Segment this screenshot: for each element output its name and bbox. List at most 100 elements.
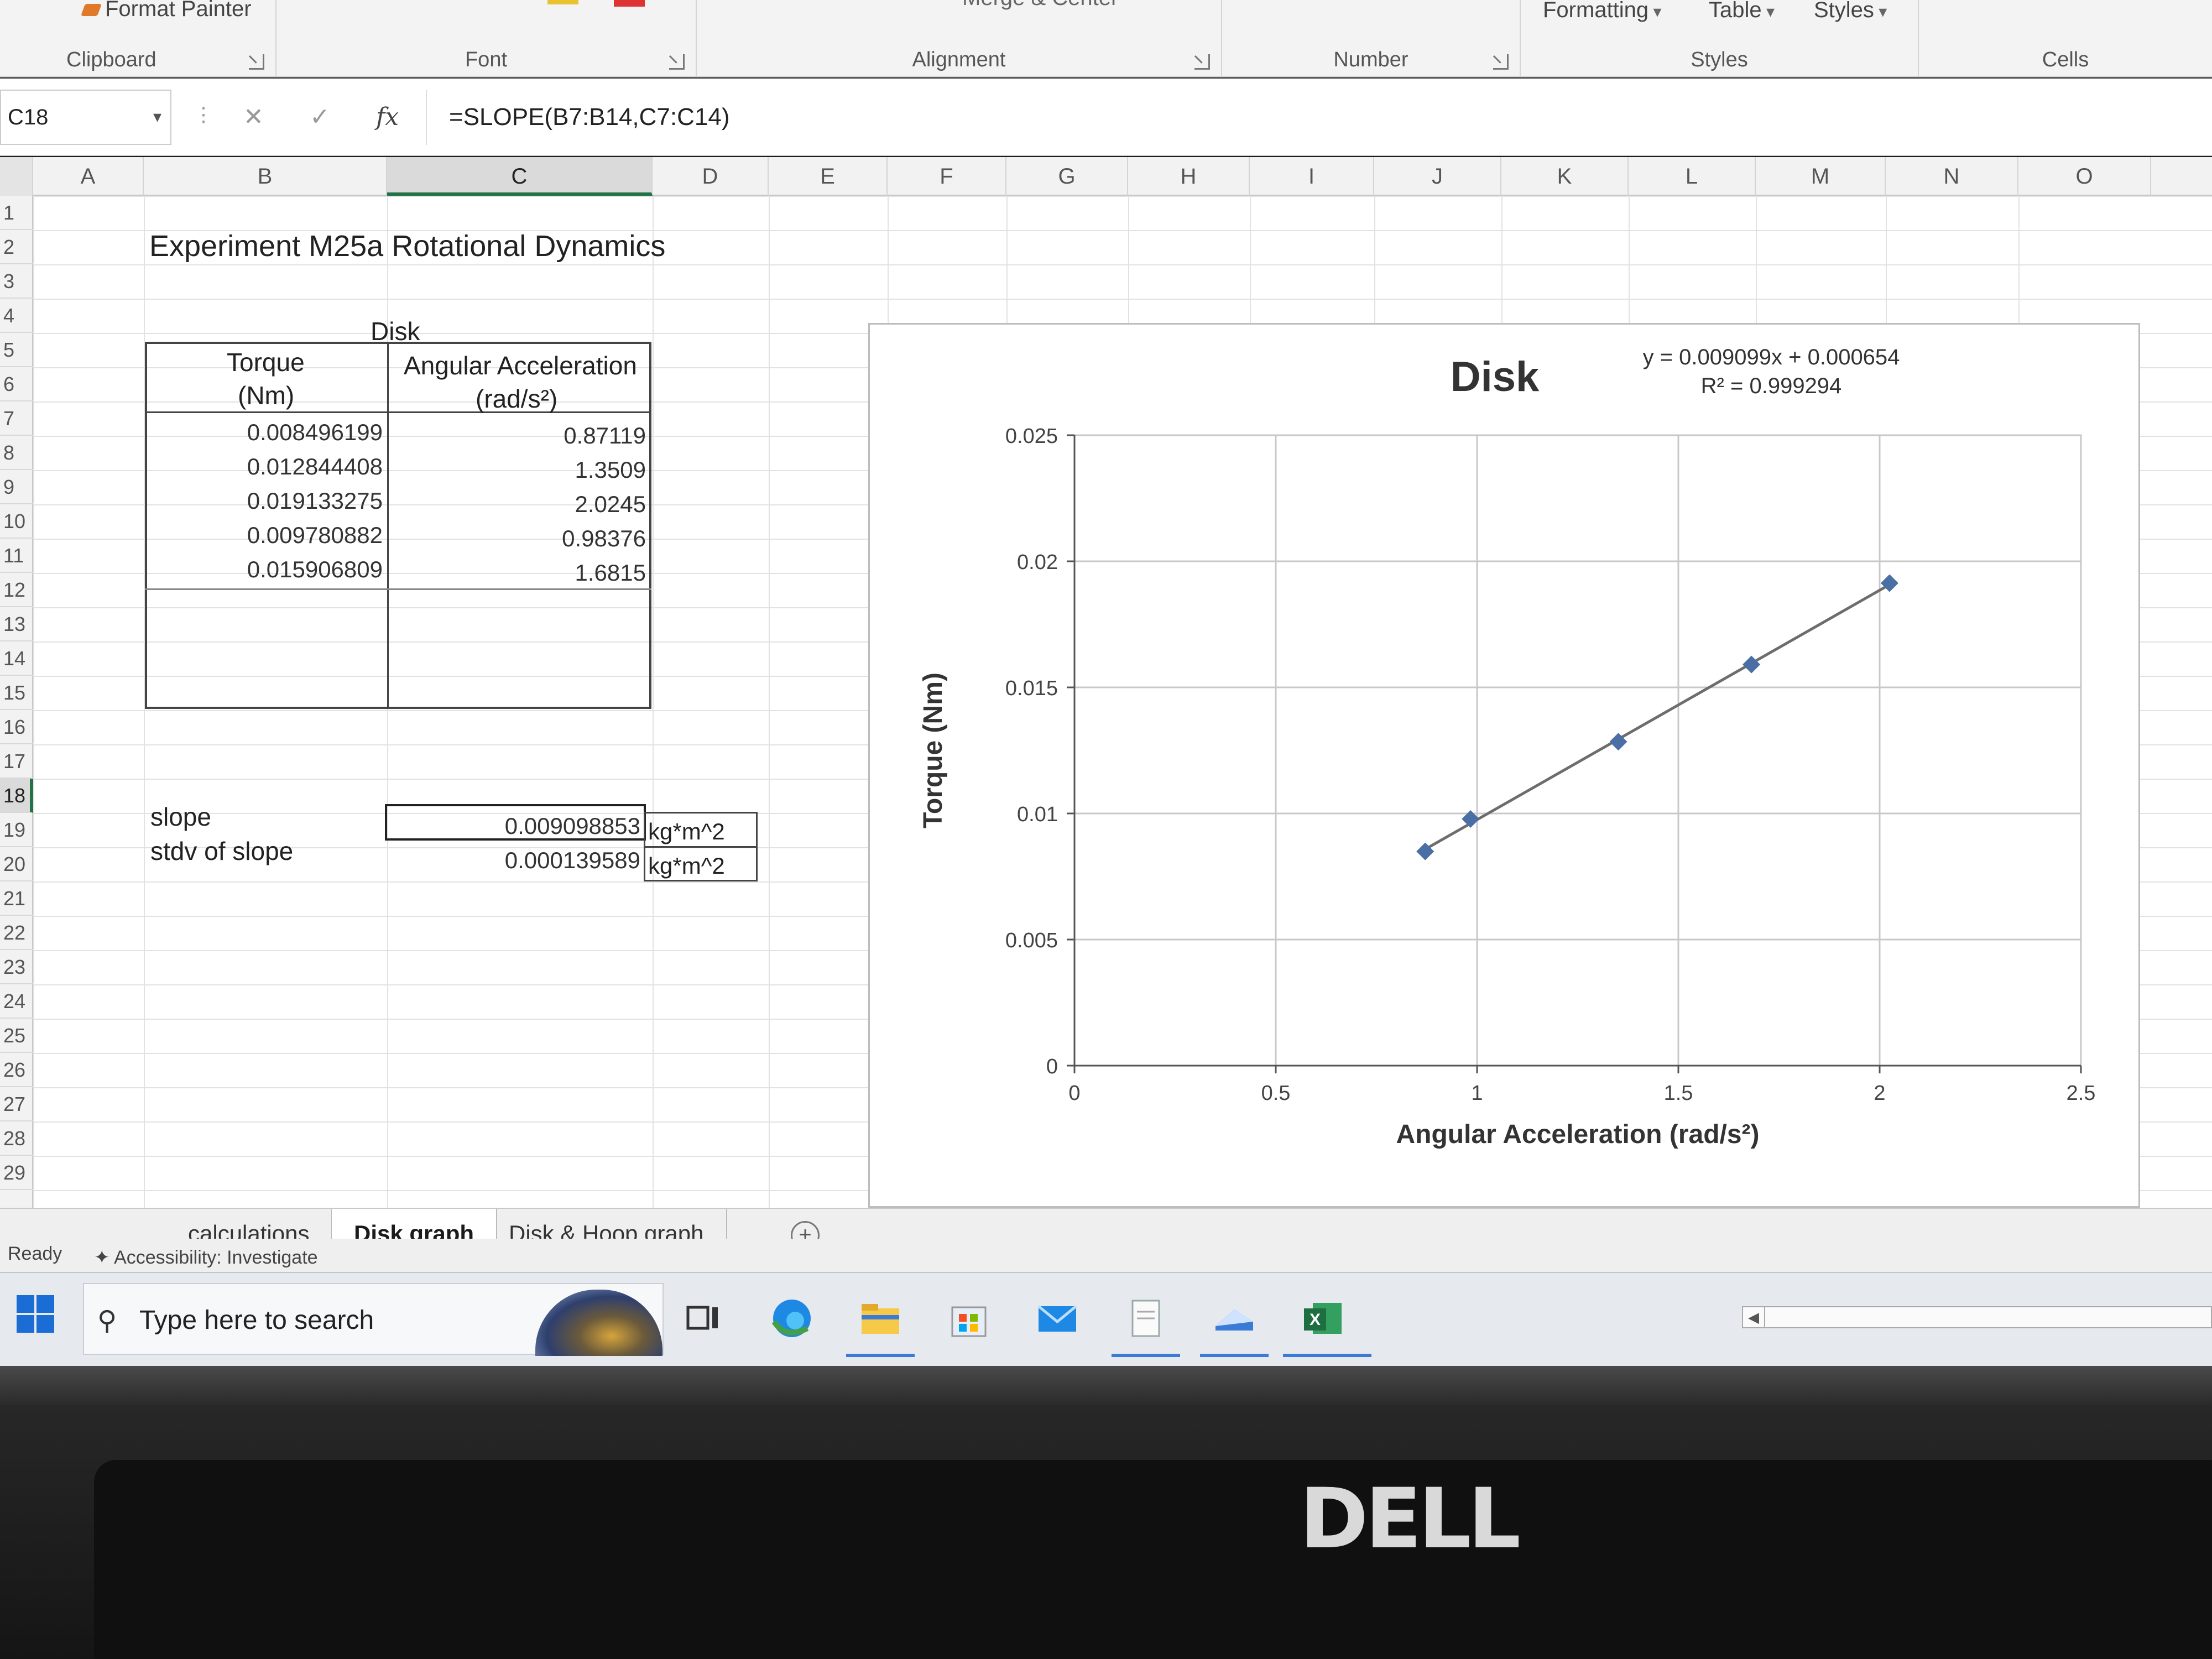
row-header-17[interactable]: 17 <box>0 744 33 779</box>
stdv-slope-label: stdv of slope <box>150 837 294 865</box>
app-icon[interactable] <box>1211 1295 1258 1342</box>
torque-cell[interactable]: 0.008496199 <box>166 419 383 446</box>
slope-label: slope <box>150 802 211 831</box>
row-header-16[interactable]: 16 <box>0 710 33 744</box>
font-launcher-icon[interactable] <box>669 54 685 70</box>
row-header-23[interactable]: 23 <box>0 950 33 984</box>
column-header-d[interactable]: D <box>653 157 769 196</box>
row-header-22[interactable]: 22 <box>0 916 33 950</box>
row-header-26[interactable]: 26 <box>0 1053 33 1087</box>
number-launcher-icon[interactable] <box>1493 54 1509 70</box>
enter-icon[interactable]: ✓ <box>310 103 330 131</box>
scroll-left-icon[interactable]: ◀ <box>1743 1307 1765 1327</box>
windows-start-icon[interactable] <box>17 1295 55 1334</box>
name-box[interactable]: C18 ▾ <box>0 90 171 145</box>
row-header-7[interactable]: 7 <box>0 401 33 436</box>
column-header-c[interactable]: C <box>387 157 653 196</box>
alignment-launcher-icon[interactable] <box>1194 54 1210 70</box>
horizontal-scrollbar[interactable]: ◀ <box>1742 1306 2212 1328</box>
column-header-b[interactable]: B <box>144 157 387 196</box>
formula-input[interactable]: =SLOPE(B7:B14,C7:C14) <box>426 90 2212 145</box>
name-box-dropdown-icon[interactable]: ▾ <box>153 91 161 144</box>
highlight-color-icon[interactable] <box>547 0 578 4</box>
more-options-icon[interactable]: ⋮ <box>194 103 213 126</box>
column-header-m[interactable]: M <box>1756 157 1886 196</box>
column-header-j[interactable]: J <box>1374 157 1501 196</box>
row-header-25[interactable]: 25 <box>0 1019 33 1053</box>
number-group: Number <box>1222 0 1521 77</box>
row-header-28[interactable]: 28 <box>0 1121 33 1156</box>
cell-styles-button[interactable]: Styles <box>1814 0 1887 23</box>
row-header-21[interactable]: 21 <box>0 881 33 916</box>
row-header-4[interactable]: 4 <box>0 299 33 333</box>
slope-unit[interactable]: kg*m^2 <box>648 818 725 845</box>
row-header-15[interactable]: 15 <box>0 676 33 710</box>
row-header-13[interactable]: 13 <box>0 607 33 641</box>
torque-cell[interactable]: 0.015906809 <box>166 556 383 583</box>
column-header-g[interactable]: G <box>1006 157 1128 196</box>
conditional-formatting-button[interactable]: Formatting <box>1543 0 1662 23</box>
taskbar-search[interactable]: ⚲ <box>83 1283 664 1356</box>
torque-cell[interactable]: 0.009780882 <box>166 522 383 549</box>
store-icon[interactable] <box>946 1295 992 1342</box>
row-header-1[interactable]: 1 <box>0 196 33 230</box>
cancel-icon[interactable]: ✕ <box>243 103 264 131</box>
accel-cell[interactable]: 2.0245 <box>398 491 646 518</box>
row-header-12[interactable]: 12 <box>0 573 33 607</box>
row-header-27[interactable]: 27 <box>0 1087 33 1121</box>
stdv-slope-value[interactable]: 0.000139589 <box>387 847 640 874</box>
column-header-e[interactable]: E <box>769 157 888 196</box>
search-input[interactable] <box>139 1301 593 1339</box>
accel-cell[interactable]: 1.3509 <box>398 457 646 483</box>
row-header-11[interactable]: 11 <box>0 539 33 573</box>
torque-cell[interactable]: 0.012844408 <box>166 453 383 480</box>
merge-center-button[interactable]: Merge & Center <box>962 0 1118 11</box>
insert-function-icon[interactable]: fx <box>376 103 399 131</box>
notepad-icon[interactable] <box>1123 1295 1169 1342</box>
scatter-chart[interactable]: 0 0.5 1 1.5 2 2.5 0 0.005 0.01 0.015 0.02 0.025 Disk… <box>868 323 2140 1208</box>
stdv-unit[interactable]: kg*m^2 <box>648 853 725 879</box>
cells-label: Cells <box>2042 48 2089 71</box>
row-header-3[interactable]: 3 <box>0 264 33 299</box>
column-header-i[interactable]: I <box>1250 157 1374 196</box>
row-header-24[interactable]: 24 <box>0 984 33 1019</box>
row-header-18[interactable]: 18 <box>0 779 33 813</box>
format-painter-button[interactable]: Format Painter <box>80 0 252 22</box>
column-header-a[interactable]: A <box>33 157 144 196</box>
format-as-table-button[interactable]: Table <box>1709 0 1775 23</box>
cells-group: Cells <box>1919 0 2212 77</box>
row-header-2[interactable]: 2 <box>0 230 33 264</box>
slope-value[interactable]: 0.009098853 <box>387 813 640 839</box>
row-header-19[interactable]: 19 <box>0 813 33 847</box>
mail-icon[interactable] <box>1034 1295 1081 1342</box>
row-header-14[interactable]: 14 <box>0 641 33 676</box>
row-header-6[interactable]: 6 <box>0 367 33 401</box>
row-header-20[interactable]: 20 <box>0 847 33 881</box>
column-header-k[interactable]: K <box>1501 157 1629 196</box>
row-header-9[interactable]: 9 <box>0 470 33 504</box>
column-header-o[interactable]: O <box>2018 157 2151 196</box>
excel-icon[interactable]: X <box>1300 1295 1346 1342</box>
torque-cell[interactable]: 0.019133275 <box>166 488 383 514</box>
column-header-f[interactable]: F <box>888 157 1006 196</box>
font-color-icon[interactable] <box>614 0 645 7</box>
file-explorer-icon[interactable] <box>857 1295 904 1342</box>
row-header-29[interactable]: 29 <box>0 1156 33 1190</box>
row-header-10[interactable]: 10 <box>0 504 33 539</box>
task-view-icon[interactable] <box>680 1295 727 1342</box>
row-header-8[interactable]: 8 <box>0 436 33 470</box>
column-header-n[interactable]: N <box>1886 157 2018 196</box>
y-axis-title: Torque (Nm) <box>919 672 948 828</box>
x-tick-label: 1 <box>1471 1082 1483 1105</box>
styles-group: Formatting Table Styles Styles <box>1521 0 1919 77</box>
row-header-5[interactable]: 5 <box>0 333 33 367</box>
column-header-l[interactable]: L <box>1629 157 1756 196</box>
accel-cell[interactable]: 0.98376 <box>398 525 646 552</box>
select-all-button[interactable] <box>0 157 33 196</box>
edge-browser-icon[interactable] <box>769 1295 815 1342</box>
accel-cell[interactable]: 1.6815 <box>398 560 646 586</box>
accel-cell[interactable]: 0.87119 <box>398 422 646 449</box>
clipboard-launcher-icon[interactable] <box>249 54 264 70</box>
accessibility-status[interactable]: ✦ Accessibility: Investigate <box>94 1246 318 1269</box>
column-header-h[interactable]: H <box>1128 157 1250 196</box>
